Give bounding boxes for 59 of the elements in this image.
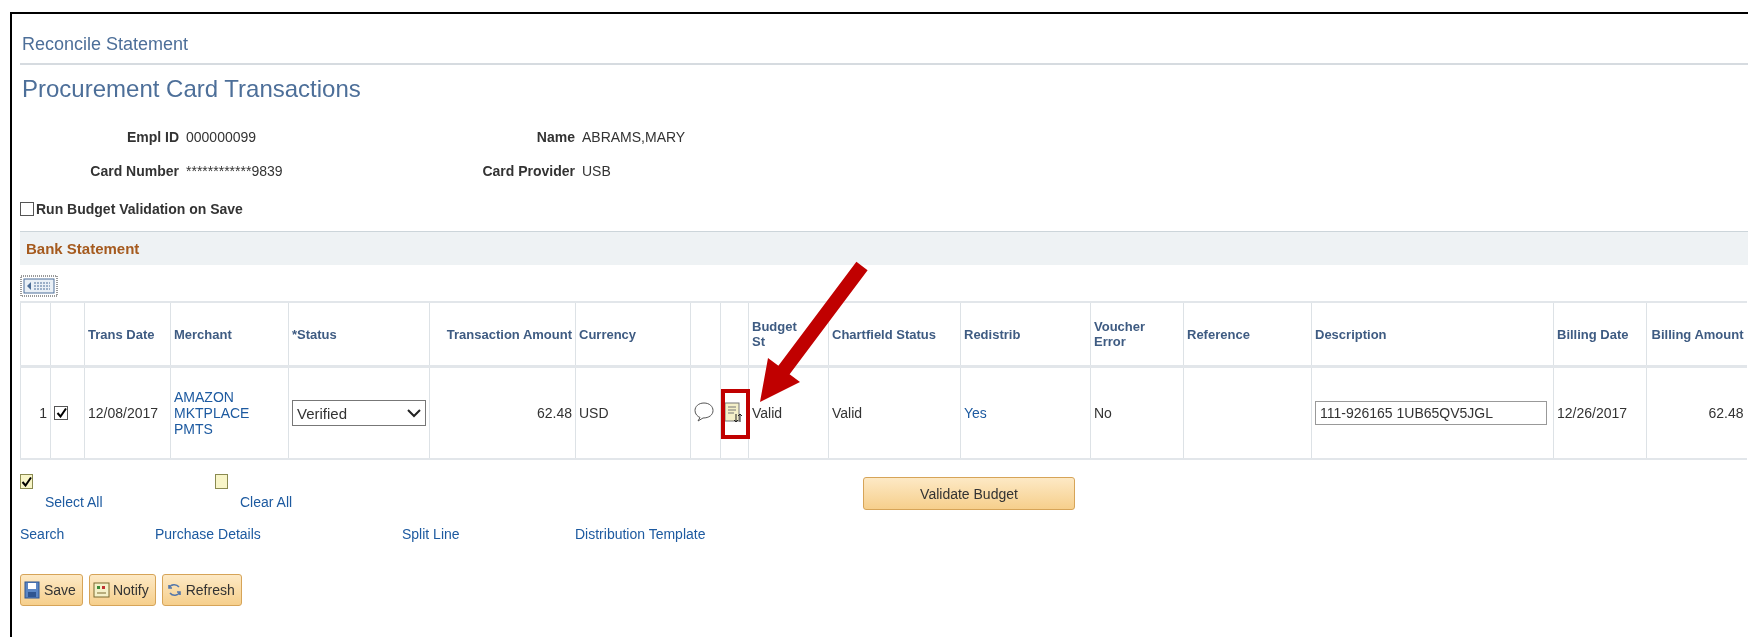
- link[interactable]: Search: [20, 526, 65, 542]
- link[interactable]: Distribution Template: [575, 526, 706, 542]
- checkbox[interactable]: [20, 474, 33, 489]
- column-header: Transaction Amount: [446, 326, 572, 342]
- link[interactable]: Purchase Details: [155, 526, 261, 542]
- table-cell: Valid: [752, 405, 783, 421]
- table-link[interactable]: AMAZON MKTPLACE PMTS: [174, 389, 285, 437]
- table-cell: USD: [579, 405, 609, 421]
- field-label: Name: [535, 129, 575, 145]
- row-number: 1: [39, 405, 47, 421]
- column-header: Merchant: [174, 326, 232, 342]
- field-value: ************9839: [186, 163, 284, 179]
- table-link[interactable]: Yes: [964, 405, 1087, 421]
- column-header: Trans Date: [88, 326, 155, 342]
- page-title: Procurement Card Transactions: [21, 74, 362, 103]
- link[interactable]: Clear All: [240, 494, 293, 510]
- checkbox[interactable]: [215, 474, 228, 489]
- section-title: Bank Statement: [26, 240, 140, 257]
- column-header: Billing Date: [1557, 326, 1629, 342]
- table-cell: 62.48: [1708, 405, 1744, 421]
- validate-budget-button[interactable]: Validate Budget: [863, 477, 1075, 510]
- refresh-icon: [165, 581, 183, 599]
- column-header: Reference: [1187, 326, 1250, 342]
- field-value: USB: [582, 163, 612, 179]
- checkbox-label: Run Budget Validation on Save: [36, 201, 243, 217]
- table-cell: 62.48: [536, 405, 572, 421]
- field-label: Card Provider: [481, 163, 575, 179]
- table-cell: No: [1094, 405, 1112, 421]
- description-field[interactable]: 111-926165 1UB65QV5JGL: [1315, 401, 1547, 425]
- field-label: Card Number: [89, 163, 179, 179]
- table-cell: 12/08/2017: [88, 405, 159, 421]
- save-button[interactable]: Save: [20, 574, 83, 606]
- grid-view-icon[interactable]: [20, 275, 58, 297]
- note-icon: [92, 581, 110, 599]
- column-header: Redistrib: [964, 326, 1021, 342]
- status-dropdown[interactable]: Verified: [292, 400, 426, 426]
- notify-button[interactable]: Notify: [88, 574, 156, 606]
- chevron-down-icon: [407, 408, 421, 418]
- document-icon[interactable]: [724, 402, 744, 424]
- table-cell: Valid: [832, 405, 863, 421]
- column-header: Currency: [579, 326, 637, 342]
- field-value: 000000099: [186, 129, 258, 145]
- speech-bubble-icon[interactable]: [694, 401, 714, 422]
- column-header: Budget St: [752, 319, 798, 349]
- breadcrumb: Reconcile Statement: [20, 14, 1748, 65]
- refresh-button[interactable]: Refresh: [161, 574, 242, 606]
- column-header: Description: [1315, 326, 1387, 342]
- column-header: Chartfield Status: [832, 326, 936, 342]
- save-icon: [24, 581, 41, 599]
- checkbox[interactable]: [20, 202, 34, 216]
- column-header: Billing Amount: [1651, 326, 1744, 342]
- column-header: Voucher Error: [1094, 319, 1146, 349]
- link[interactable]: Select All: [45, 494, 103, 510]
- field-label: Empl ID: [125, 129, 179, 145]
- field-value: ABRAMS,MARY: [582, 129, 687, 145]
- table-cell: 12/26/2017: [1557, 405, 1628, 421]
- link[interactable]: Split Line: [402, 526, 460, 542]
- column-header: *Status: [292, 326, 337, 342]
- checkbox[interactable]: [54, 405, 68, 420]
